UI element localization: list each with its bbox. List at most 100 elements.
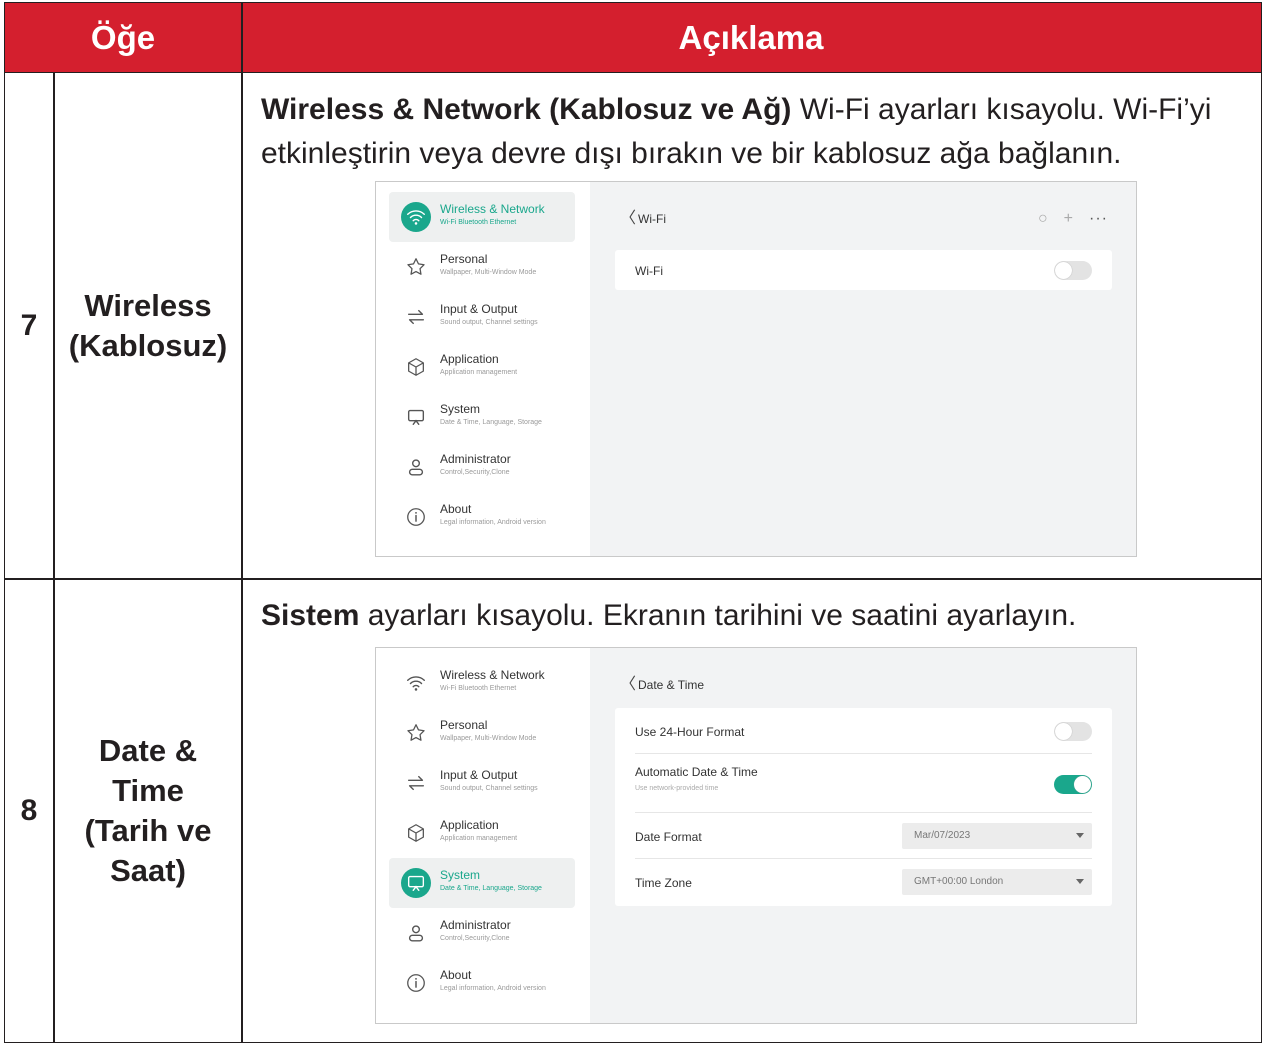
header-description: Açıklama bbox=[678, 19, 824, 56]
page-topbar: 〈 Date & Time bbox=[620, 676, 1116, 696]
wifi-icon bbox=[401, 668, 431, 698]
sidebar-item-monitor[interactable]: System Date & Time, Language, Storage bbox=[389, 858, 575, 908]
cube-icon bbox=[401, 818, 431, 848]
row-item-line: Date & bbox=[98, 733, 198, 768]
back-icon[interactable]: 〈 bbox=[620, 211, 636, 227]
date-format-label: Date Format bbox=[635, 830, 702, 844]
time-zone-select[interactable]: GMT+00:00 London bbox=[902, 869, 1092, 895]
settings-sidebar: Wireless & Network Wi-Fi Bluetooth Ethern… bbox=[376, 648, 590, 1023]
sidebar-item-title: Personal bbox=[440, 718, 488, 732]
page-title: Wi-Fi bbox=[638, 212, 666, 226]
sidebar-item-subtitle: Wi-Fi Bluetooth Ethernet bbox=[440, 219, 517, 226]
monitor-icon bbox=[401, 868, 431, 898]
sidebar-item-subtitle: Date & Time, Language, Storage bbox=[440, 419, 542, 426]
chevron-down-icon bbox=[1076, 879, 1084, 884]
plus-icon[interactable]: + bbox=[1064, 210, 1073, 228]
time-zone-value: GMT+00:00 London bbox=[914, 876, 1004, 887]
sidebar-item-user[interactable]: Administrator Control,Security,Clone bbox=[389, 442, 575, 492]
row-item-line: Time bbox=[112, 773, 184, 808]
wifi-row: Wi-Fi bbox=[635, 247, 1092, 293]
settings-main: 〈 Wi-Fi ○ + ··· Wi-Fi bbox=[590, 182, 1136, 556]
date-format-select[interactable]: Mar/07/2023 bbox=[902, 823, 1092, 849]
header-item: Öğe bbox=[90, 19, 156, 56]
use-24-hour-toggle[interactable] bbox=[1054, 722, 1092, 741]
sidebar-item-subtitle: Control,Security,Clone bbox=[440, 469, 510, 476]
sidebar-item-title: Input & Output bbox=[440, 768, 518, 782]
sidebar-item-wifi[interactable]: Wireless & Network Wi-Fi Bluetooth Ethern… bbox=[389, 658, 575, 708]
sidebar-item-cube[interactable]: Application Application management bbox=[389, 342, 575, 392]
wifi-label: Wi-Fi bbox=[635, 264, 663, 278]
star-icon bbox=[401, 252, 431, 282]
settings-sidebar: Wireless & Network Wi-Fi Bluetooth Ethern… bbox=[376, 182, 590, 556]
sidebar-item-swap-arrows[interactable]: Input & Output Sound output, Channel sett… bbox=[389, 292, 575, 342]
refresh-icon[interactable]: ○ bbox=[1038, 210, 1048, 228]
chevron-down-icon bbox=[1076, 833, 1084, 838]
sidebar-item-subtitle: Application management bbox=[440, 835, 518, 842]
row-item-name: Wireless (Kablosuz) bbox=[68, 288, 228, 363]
info-icon bbox=[401, 502, 431, 532]
settings-screenshot-wifi: Wireless & Network Wi-Fi Bluetooth Ethern… bbox=[375, 181, 1137, 557]
sidebar-item-title: Input & Output bbox=[440, 302, 518, 316]
auto-date-time-row: Automatic Date & Time Use network-provid… bbox=[635, 755, 1092, 813]
more-icon[interactable]: ··· bbox=[1089, 210, 1108, 228]
sidebar-item-title: Application bbox=[440, 352, 499, 366]
sidebar-item-title: Wireless & Network bbox=[440, 202, 545, 216]
page-topbar: 〈 Wi-Fi ○ + ··· bbox=[620, 210, 1116, 230]
sidebar-item-subtitle: Legal information, Android version bbox=[440, 985, 546, 992]
date-format-row: Date Format Mar/07/2023 bbox=[635, 813, 1092, 859]
settings-main: 〈 Date & Time Use 24-Hour Format Automat… bbox=[590, 648, 1136, 1023]
sidebar-item-info[interactable]: About Legal information, Android version bbox=[389, 958, 575, 1008]
table-row: 8 Date & Time (Tarih ve Saat) Sistem aya… bbox=[5, 580, 1261, 1042]
info-icon bbox=[401, 968, 431, 998]
user-icon bbox=[401, 452, 431, 482]
sidebar-item-title: System bbox=[440, 868, 481, 882]
user-icon bbox=[401, 918, 431, 948]
sidebar-item-title: Administrator bbox=[440, 452, 511, 466]
star-icon bbox=[401, 718, 431, 748]
sidebar-item-wifi[interactable]: Wireless & Network Wi-Fi Bluetooth Ethern… bbox=[389, 192, 575, 242]
sidebar-item-title: Wireless & Network bbox=[440, 668, 545, 682]
sidebar-item-subtitle: Wallpaper, Multi-Window Mode bbox=[440, 735, 537, 742]
description-bold: Wireless & Network (Kablosuz ve Ağ) bbox=[261, 93, 792, 126]
back-icon[interactable]: 〈 bbox=[620, 677, 636, 693]
cube-icon bbox=[401, 352, 431, 382]
monitor-icon bbox=[401, 402, 431, 432]
settings-screenshot-date-time: Wireless & Network Wi-Fi Bluetooth Ethern… bbox=[375, 647, 1137, 1024]
row-item-line: (Tarih ve bbox=[84, 813, 212, 848]
description-bold: Sistem bbox=[261, 599, 360, 632]
sidebar-item-subtitle: Date & Time, Language, Storage bbox=[440, 885, 542, 892]
sidebar-item-subtitle: Legal information, Android version bbox=[440, 519, 546, 526]
date-time-card: Use 24-Hour Format Automatic Date & Time… bbox=[615, 708, 1112, 906]
sidebar-item-title: System bbox=[440, 402, 481, 416]
swap-arrows-icon bbox=[401, 768, 431, 798]
sidebar-item-star[interactable]: Personal Wallpaper, Multi-Window Mode bbox=[389, 242, 575, 292]
date-format-value: Mar/07/2023 bbox=[914, 830, 971, 841]
row-item-line: Saat) bbox=[110, 853, 186, 888]
sidebar-item-subtitle: Sound output, Channel settings bbox=[440, 785, 538, 792]
sidebar-item-info[interactable]: About Legal information, Android version bbox=[389, 492, 575, 542]
sidebar-item-title: Administrator bbox=[440, 918, 511, 932]
row-number: 7 bbox=[20, 309, 38, 342]
sidebar-item-subtitle: Application management bbox=[440, 369, 518, 376]
swap-arrows-icon bbox=[401, 302, 431, 332]
wifi-card: Wi-Fi bbox=[615, 250, 1112, 290]
auto-date-time-label: Automatic Date & Time bbox=[635, 765, 758, 779]
sidebar-item-title: About bbox=[440, 502, 472, 516]
description-text: ayarları kısayolu. Ekranın tarihini ve s… bbox=[359, 599, 1077, 632]
wifi-icon bbox=[401, 202, 431, 232]
row-number: 8 bbox=[20, 794, 38, 827]
toolbar: ○ + ··· bbox=[1038, 210, 1108, 228]
auto-date-time-toggle[interactable] bbox=[1054, 775, 1092, 794]
sidebar-item-title: About bbox=[440, 968, 472, 982]
page-title: Date & Time bbox=[638, 678, 705, 692]
sidebar-item-monitor[interactable]: System Date & Time, Language, Storage bbox=[389, 392, 575, 442]
feature-table: Öğe Açıklama 7 Wireless (Kablosuz) Wirel… bbox=[4, 2, 1262, 1043]
sidebar-item-cube[interactable]: Application Application management bbox=[389, 808, 575, 858]
wifi-toggle[interactable] bbox=[1054, 261, 1092, 280]
sidebar-item-subtitle: Wallpaper, Multi-Window Mode bbox=[440, 269, 537, 276]
sidebar-item-star[interactable]: Personal Wallpaper, Multi-Window Mode bbox=[389, 708, 575, 758]
sidebar-item-swap-arrows[interactable]: Input & Output Sound output, Channel sett… bbox=[389, 758, 575, 808]
sidebar-item-user[interactable]: Administrator Control,Security,Clone bbox=[389, 908, 575, 958]
sidebar-item-subtitle: Sound output, Channel settings bbox=[440, 319, 538, 326]
use-24-hour-row: Use 24-Hour Format bbox=[635, 708, 1092, 754]
